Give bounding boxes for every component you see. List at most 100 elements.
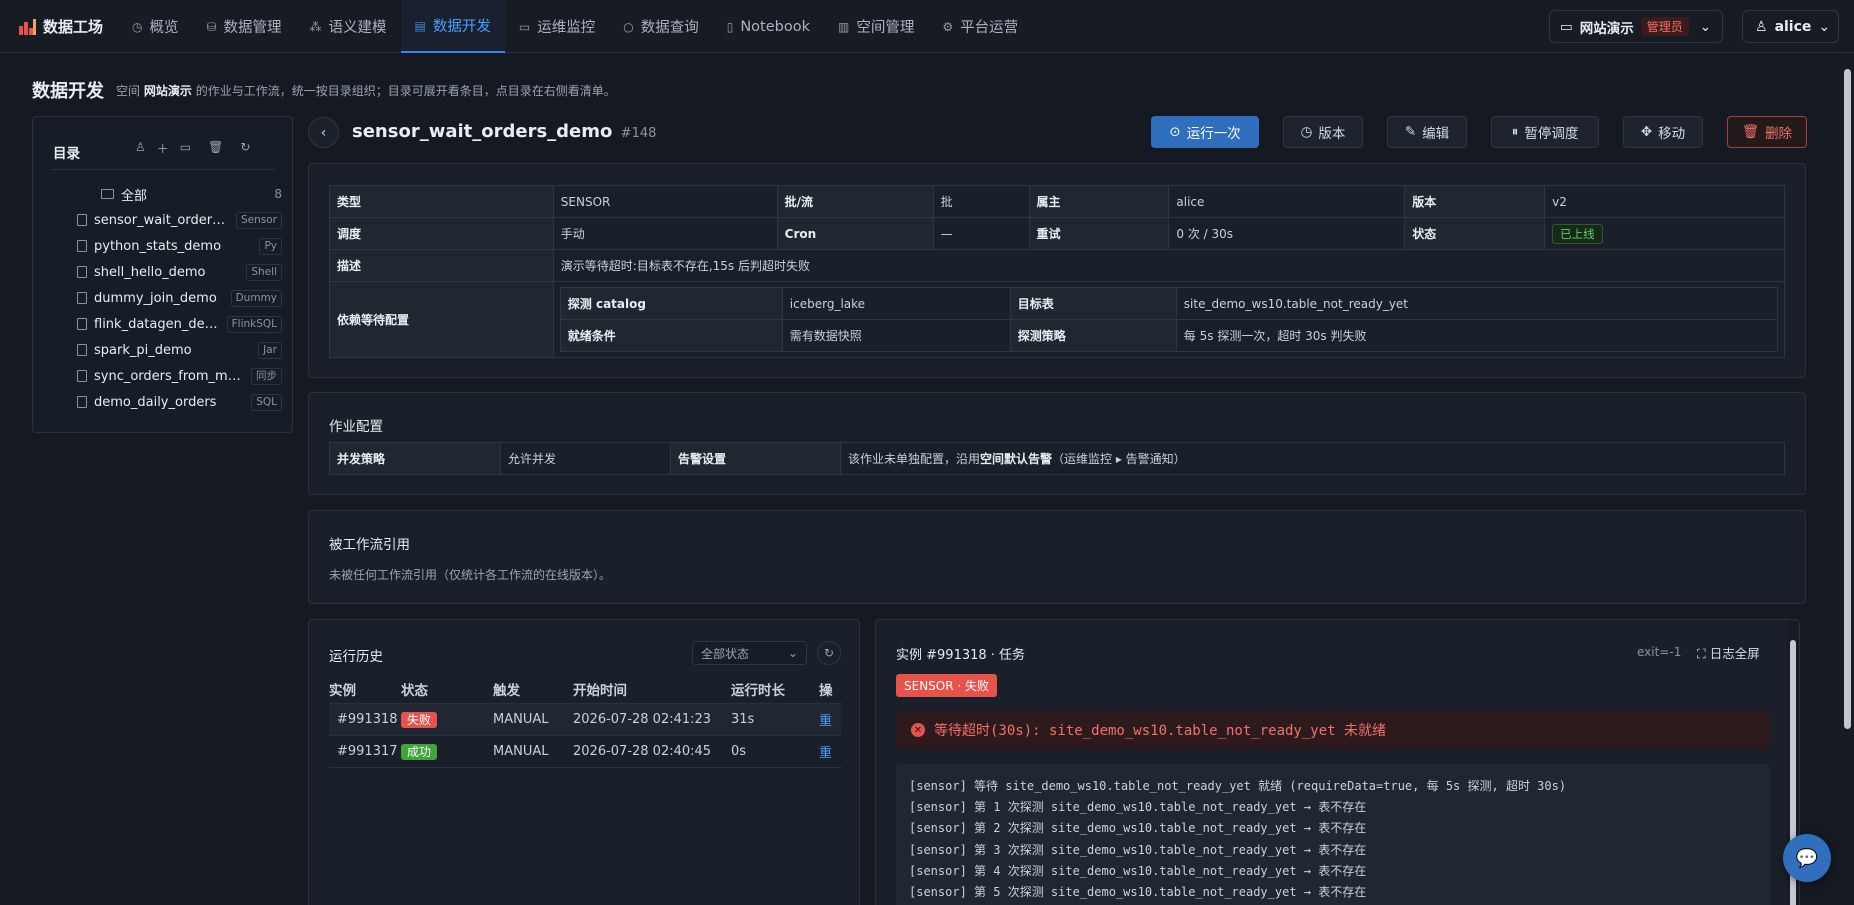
chat-assistant-button[interactable]: 💬 xyxy=(1783,834,1831,882)
status-badge: 成功 xyxy=(401,744,438,760)
rerun-link[interactable]: 重 xyxy=(819,710,833,729)
run-once-button[interactable]: ⊙ 运行一次 xyxy=(1151,116,1259,148)
tree-item-job[interactable]: sync_orders_from_mysql 同步 xyxy=(77,363,282,389)
code-file-icon: ▤ xyxy=(414,18,426,33)
status-filter-select[interactable]: 全部状态 ⌄ xyxy=(692,641,807,665)
job-type-tag: 同步 xyxy=(251,367,282,385)
target-table-value: site_demo_ws10.table_not_ready_yet xyxy=(1175,287,1779,320)
file-icon xyxy=(77,292,87,304)
nav-item-data-management[interactable]: ⛁ 数据管理 xyxy=(192,0,295,53)
job-type-tag: Sensor xyxy=(236,211,282,229)
job-type-tag: Shell xyxy=(246,263,282,281)
concurrency-key: 并发策略 xyxy=(329,442,501,475)
probe-strategy-value: 每 5s 探测一次，超时 30s 判失败 xyxy=(1175,319,1779,352)
retry-value: 0 次 / 30s xyxy=(1168,217,1406,250)
play-circle-icon: ⊙ xyxy=(1169,124,1181,140)
delete-button[interactable]: 🗑 删除 xyxy=(1727,116,1807,148)
tree-item-job[interactable]: dummy_join_demo Dummy xyxy=(77,285,282,311)
app-logo[interactable]: 数据工场 xyxy=(19,16,103,37)
instance-title: 实例 #991318 · 任务 xyxy=(896,648,1026,663)
chat-bubble-icon: 💬 xyxy=(1795,847,1819,869)
job-actions: ⊙ 运行一次 ◷ 版本 ✎ 编辑 ⏸ 暂停调度 ✥ 移动 🗑 删除 xyxy=(0,116,1854,148)
space-selector[interactable]: ▭ 网站演示 管理员 ⌄ xyxy=(1549,10,1723,43)
tree-item-job[interactable]: shell_hello_demo Shell xyxy=(77,259,282,285)
file-icon xyxy=(77,318,87,330)
log-fullscreen-button[interactable]: ⛶ 日志全屏 xyxy=(1697,643,1760,662)
ready-condition-key: 就绪条件 xyxy=(559,319,783,352)
log-line: [sensor] 等待 site_demo_ws10.table_not_rea… xyxy=(909,779,1567,793)
folder-icon xyxy=(101,189,114,199)
job-type-tag: FlinkSQL xyxy=(226,315,282,333)
page-scrollbar[interactable] xyxy=(1840,53,1854,905)
nav-item-ops-monitoring[interactable]: ▭ 运维监控 xyxy=(505,0,609,53)
nav-item-data-query[interactable]: ○ 数据查询 xyxy=(609,0,712,53)
job-type-tag: Dummy xyxy=(230,289,282,307)
role-badge: 管理员 xyxy=(1640,17,1689,36)
nav-item-space-management[interactable]: ▥ 空间管理 xyxy=(824,0,928,53)
type-key: 类型 xyxy=(329,185,554,218)
item-count: 8 xyxy=(274,187,282,201)
nav-item-data-development[interactable]: ▤ 数据开发 xyxy=(400,0,505,53)
clock-icon: ◷ xyxy=(1300,124,1313,140)
page-description: 空间 网站演示 的作业与工作流，统一按目录组织；目录可展开看条目，点目录在右侧看… xyxy=(116,84,616,98)
nav-item-platform-ops[interactable]: ⚙ 平台运营 xyxy=(928,0,1032,53)
nav-item-semantic-modeling[interactable]: ⁂ 语义建模 xyxy=(296,0,401,53)
probe-catalog-key: 探测 catalog xyxy=(559,287,783,320)
search-icon: ○ xyxy=(623,19,634,34)
tree-item-job[interactable]: python_stats_demo Py xyxy=(77,233,282,259)
chevron-down-icon: ⌄ xyxy=(1699,18,1712,35)
table-row[interactable]: #991318 失败 MANUAL 2026-07-28 02:41:23 31… xyxy=(329,704,841,736)
refresh-button[interactable]: ↻ xyxy=(817,641,841,665)
table-row[interactable]: #991317 成功 MANUAL 2026-07-28 02:40:45 0s… xyxy=(329,736,841,768)
alert-value: 该作业未单独配置，沿用空间默认告警（运维监控 ▸ 告警通知） xyxy=(840,442,1785,475)
job-config-panel: 作业配置 并发策略 允许并发 告警设置 该作业未单独配置，沿用空间默认告警（运维… xyxy=(308,392,1806,495)
notebook-icon: ▯ xyxy=(726,19,734,34)
nav-item-notebook[interactable]: ▯ Notebook xyxy=(713,0,824,53)
move-icon: ✥ xyxy=(1640,124,1653,140)
run-history-table: 实例 状态 触发 开始时间 运行时长 操 #991318 失败 MANUAL 2… xyxy=(329,675,841,768)
status-badge: 失败 xyxy=(401,712,438,728)
pause-schedule-button[interactable]: ⏸ 暂停调度 xyxy=(1491,116,1599,148)
user-name: alice xyxy=(1774,18,1812,35)
refresh-icon: ↻ xyxy=(823,646,835,660)
instance-detail-panel: 实例 #991318 · 任务 exit=-1 ⛶ 日志全屏 SENSOR · … xyxy=(875,619,1800,905)
schedule-value: 手动 xyxy=(552,217,778,250)
version-button[interactable]: ◷ 版本 xyxy=(1283,116,1363,148)
main-nav: ◷ 概览 ⛁ 数据管理 ⁂ 语义建模 ▤ 数据开发 ▭ 运维监控 ○ 数据查询 ▯ Noteb… xyxy=(118,0,1032,53)
move-button[interactable]: ✥ 移动 xyxy=(1623,116,1703,148)
tree-item-job[interactable]: spark_pi_demo Jar xyxy=(77,337,282,363)
trash-icon: 🗑 xyxy=(1741,124,1760,140)
job-info-panel: 类型 SENSOR 批/流 批 属主 alice 版本 v2 调度 手动 Cro… xyxy=(308,163,1806,378)
tree-item-job[interactable]: flink_datagen_demo FlinkSQL xyxy=(77,311,282,337)
schedule-key: 调度 xyxy=(329,217,554,250)
status-badge: 已上线 xyxy=(1552,223,1603,244)
error-banner: ✕ 等待超时(30s): site_demo_ws10.table_not_rea… xyxy=(896,711,1770,749)
job-type-tag: Py xyxy=(259,237,282,255)
tree-item-job[interactable]: sensor_wait_orders_demoSensor xyxy=(77,207,282,233)
directory-sidebar: 目录 ♙ ＋ ▭ 🗑 ↻ 全部 8 sensor_wait_orders_dem… xyxy=(32,116,293,433)
space-name: 网站演示 xyxy=(1579,20,1634,37)
fullscreen-icon: ⛶ xyxy=(1697,646,1706,661)
user-menu[interactable]: ♙ alice ⌄ xyxy=(1742,10,1839,43)
table-header: 实例 状态 触发 开始时间 运行时长 操 xyxy=(329,675,841,704)
edit-button[interactable]: ✎ 编辑 xyxy=(1387,116,1467,148)
error-icon: ✕ xyxy=(911,723,925,737)
divider xyxy=(51,169,275,170)
chevron-down-icon: ⌄ xyxy=(1818,18,1831,35)
nav-item-overview[interactable]: ◷ 概览 xyxy=(118,0,192,53)
description-value: 演示等待超时:目标表不存在,15s 后判超时失败 xyxy=(552,249,1786,282)
rerun-link[interactable]: 重 xyxy=(819,742,833,761)
user-icon: ♙ xyxy=(1755,18,1768,35)
tree-item-all[interactable]: 全部 8 xyxy=(67,181,282,207)
status-key: 状态 xyxy=(1404,217,1546,250)
database-icon: ⛁ xyxy=(206,19,217,34)
workflow-refs-panel: 被工作流引用 未被任何工作流引用（仅统计各工作流的在线版本）。 xyxy=(308,510,1806,604)
factory-icon xyxy=(19,18,37,35)
version-key: 版本 xyxy=(1404,185,1546,218)
tree-item-job[interactable]: demo_daily_orders SQL xyxy=(77,389,282,415)
workflow-refs-empty: 未被任何工作流引用（仅统计各工作流的在线版本）。 xyxy=(329,568,612,582)
log-line: [sensor] 第 5 次探测 site_demo_ws10.table_no… xyxy=(909,885,1367,900)
dashboard-icon: ◷ xyxy=(132,19,143,34)
probe-strategy-key: 探测策略 xyxy=(1009,319,1177,352)
alert-key: 告警设置 xyxy=(670,442,841,475)
